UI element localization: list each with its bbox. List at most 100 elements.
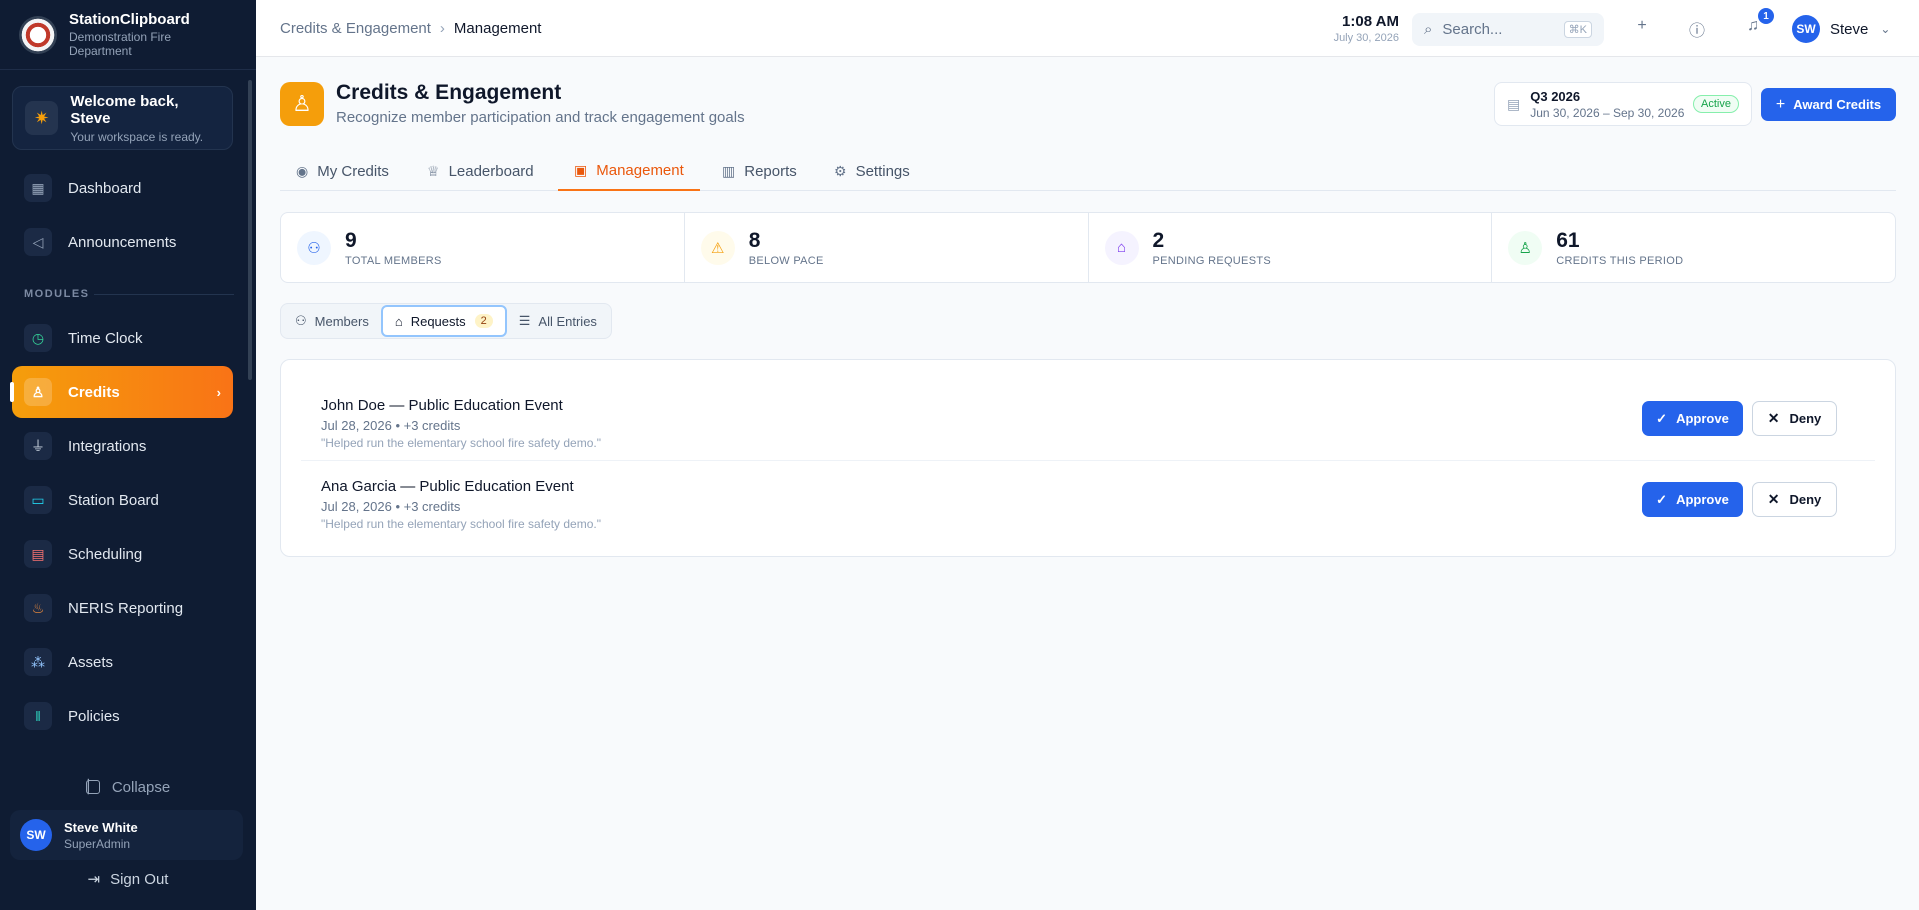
active-indicator — [10, 382, 14, 402]
divider — [94, 294, 234, 295]
warning-icon: ⚠ — [700, 230, 735, 265]
brand-subtitle: Demonstration Fire Department — [68, 30, 172, 58]
stat-label: PENDING REQUESTS — [1152, 254, 1271, 267]
stat-value: 61 — [1556, 228, 1580, 252]
sidebar-item-dashboard[interactable]: ▦ Dashboard — [12, 162, 233, 214]
tab-label: Leaderboard — [448, 162, 534, 180]
search-input[interactable]: ⌕ Search... ⌘K — [1412, 13, 1604, 46]
collapse-label: Collapse — [111, 778, 171, 796]
stats-summary: ⚇ 9 TOTAL MEMBERS ⚠ 8 BELOW PACE ⌂ 2 PEN… — [280, 212, 1896, 283]
chevron-right-icon: › — [216, 384, 221, 400]
period-selector[interactable]: ▤ Q3 2026 Jun 30, 2026 – Sep 30, 2026 Ac… — [1494, 82, 1752, 126]
breadcrumb-link[interactable]: Credits & Engagement — [280, 20, 431, 37]
sidebar-scrollbar[interactable] — [248, 80, 252, 380]
plug-icon: ⏚ — [24, 432, 52, 460]
current-date: July 30, 2026 — [1333, 32, 1399, 44]
user-role: SuperAdmin — [64, 836, 131, 851]
award-icon: ♙ — [24, 378, 52, 406]
user-name: Steve White — [64, 819, 138, 835]
welcome-subtitle: Your workspace is ready. — [70, 129, 204, 144]
sign-out-button[interactable]: ⇥ Sign Out — [0, 870, 256, 889]
award-credits-label: Award Credits — [1793, 97, 1882, 112]
approve-label: Approve — [1676, 492, 1729, 507]
user-card[interactable]: SW Steve White SuperAdmin — [10, 810, 243, 860]
subtab-members[interactable]: ⚇ Members — [283, 305, 381, 337]
close-icon: ✕ — [1767, 410, 1780, 426]
trophy-icon: ♕ — [427, 162, 440, 179]
sidebar-item-credits[interactable]: ♙ Credits › — [10, 366, 233, 418]
subtab-requests[interactable]: ⌂ Requests 2 — [380, 305, 507, 337]
period-range: Jun 30, 2026 – Sep 30, 2026 — [1530, 105, 1685, 120]
sidebar-item-integrations[interactable]: ⏚ Integrations — [12, 420, 233, 472]
deny-button[interactable]: ✕ Deny — [1752, 401, 1837, 436]
tab-bar: ◉ My Credits ♕ Leaderboard ▣ Management … — [280, 151, 1896, 191]
sidebar-item-neris-reporting[interactable]: ♨ NERIS Reporting — [12, 582, 233, 634]
plus-icon[interactable]: + — [1630, 17, 1654, 41]
request-meta: Jul 28, 2026 • +3 credits — [321, 418, 461, 433]
stat-pending-requests: ⌂ 2 PENDING REQUESTS — [1089, 213, 1493, 282]
tab-reports[interactable]: ▥ Reports — [706, 151, 813, 191]
period-name: Q3 2026 — [1530, 88, 1581, 104]
request-note: "Helped run the elementary school fire s… — [321, 436, 601, 450]
user-menu[interactable]: SW Steve ⌄ — [1792, 15, 1890, 43]
calendar-icon: ▤ — [1507, 95, 1521, 112]
award-icon: ♙ — [1508, 230, 1543, 265]
breadcrumb: Credits & Engagement › Management — [280, 20, 541, 37]
stat-total-members: ⚇ 9 TOTAL MEMBERS — [281, 213, 685, 282]
list-item: Ana Garcia — Public Education Event Jul … — [301, 460, 1875, 540]
breadcrumb-current: Management — [453, 20, 542, 37]
search-icon: ⌕ — [1424, 21, 1433, 38]
tab-management[interactable]: ▣ Management — [558, 151, 700, 191]
sign-out-label: Sign Out — [110, 870, 169, 888]
sidebar-item-policies[interactable]: ‖ Policies — [12, 690, 233, 742]
avatar: SW — [20, 819, 52, 851]
sidebar-item-label: Scheduling — [68, 545, 143, 563]
tab-leaderboard[interactable]: ♕ Leaderboard — [411, 151, 550, 191]
subtab-label: All Entries — [538, 313, 597, 329]
top-bar: Credits & Engagement › Management 1:08 A… — [256, 0, 1919, 57]
sidebar-item-announcements[interactable]: ◁ Announcements — [12, 216, 233, 268]
sidebar-item-time-clock[interactable]: ◷ Time Clock — [12, 312, 233, 364]
stat-value: 8 — [748, 228, 761, 252]
deny-label: Deny — [1789, 411, 1822, 426]
status-badge: Active — [1693, 95, 1739, 113]
clipboard-icon: ▣ — [574, 161, 588, 178]
tab-settings[interactable]: ⚙ Settings — [818, 151, 926, 191]
deny-button[interactable]: ✕ Deny — [1752, 482, 1837, 517]
subtab-all-entries[interactable]: ☰ All Entries — [507, 305, 609, 337]
subtab-label: Members — [314, 313, 369, 329]
welcome-title: Welcome back, Steve — [70, 92, 179, 127]
brand[interactable]: StationClipboard Demonstration Fire Depa… — [0, 0, 256, 70]
search-shortcut: ⌘K — [1563, 21, 1592, 38]
approve-button[interactable]: ✓ Approve — [1642, 482, 1743, 517]
chevron-down-icon: ⌄ — [1880, 22, 1891, 36]
request-meta: Jul 28, 2026 • +3 credits — [321, 499, 461, 514]
notification-badge: 1 — [1758, 8, 1774, 24]
sidebar-item-station-board[interactable]: ▭ Station Board — [12, 474, 233, 526]
library-icon: ‖ — [24, 702, 52, 730]
calendar-icon: ▤ — [24, 540, 52, 568]
sidebar-item-label: Dashboard — [68, 179, 142, 197]
stat-label: CREDITS THIS PERIOD — [1556, 254, 1684, 267]
approve-button[interactable]: ✓ Approve — [1642, 401, 1743, 436]
tab-my-credits[interactable]: ◉ My Credits — [280, 151, 405, 191]
monitor-icon: ▭ — [24, 486, 52, 514]
sidebar-item-scheduling[interactable]: ▤ Scheduling — [12, 528, 233, 580]
bar-chart-icon: ▥ — [722, 162, 736, 179]
help-icon[interactable]: ⓘ — [1685, 17, 1709, 41]
fire-department-logo — [19, 15, 57, 54]
plus-icon: + — [1775, 95, 1786, 113]
page-subtitle: Recognize member participation and track… — [336, 109, 745, 126]
current-time: 1:08 AM — [1342, 13, 1399, 30]
gear-icon: ⚙ — [834, 162, 847, 179]
award-credits-button[interactable]: + Award Credits — [1761, 88, 1896, 121]
collapse-button[interactable]: ▏ Collapse — [0, 775, 256, 799]
stat-value: 2 — [1152, 228, 1165, 252]
sidebar-item-assets[interactable]: ⁂ Assets — [12, 636, 233, 688]
page-title: Credits & Engagement — [336, 81, 562, 104]
user-circle-icon: ◉ — [296, 162, 309, 179]
stat-label: TOTAL MEMBERS — [345, 254, 442, 267]
megaphone-icon: ◁ — [24, 228, 52, 256]
request-title: John Doe — Public Education Event — [321, 397, 563, 414]
check-icon: ✓ — [1656, 410, 1668, 426]
